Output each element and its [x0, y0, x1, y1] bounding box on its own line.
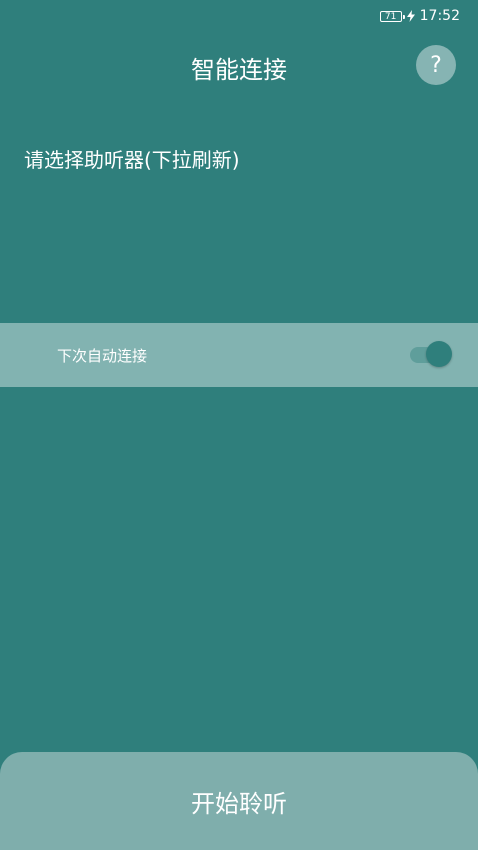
header: 智能连接 ?	[0, 40, 478, 94]
start-listening-label: 开始聆听	[191, 789, 287, 818]
clock: 17:52	[419, 8, 460, 24]
help-icon: ?	[430, 52, 442, 78]
auto-connect-label: 下次自动连接	[57, 347, 148, 365]
help-button[interactable]: ?	[416, 45, 456, 85]
auto-connect-toggle[interactable]	[410, 340, 452, 370]
status-icons: 71 17:52	[379, 8, 460, 24]
charging-icon	[406, 10, 415, 22]
battery-level: 71	[384, 11, 397, 22]
toggle-thumb	[426, 341, 452, 367]
start-listening-button[interactable]: 开始聆听	[0, 752, 478, 850]
page-title: 智能连接	[191, 56, 287, 84]
auto-connect-row: 下次自动连接	[0, 323, 478, 387]
status-bar: 71 17:52	[0, 0, 478, 32]
device-list-prompt: 请选择助听器(下拉刷新)	[24, 148, 240, 172]
battery-icon: 71	[379, 10, 405, 22]
